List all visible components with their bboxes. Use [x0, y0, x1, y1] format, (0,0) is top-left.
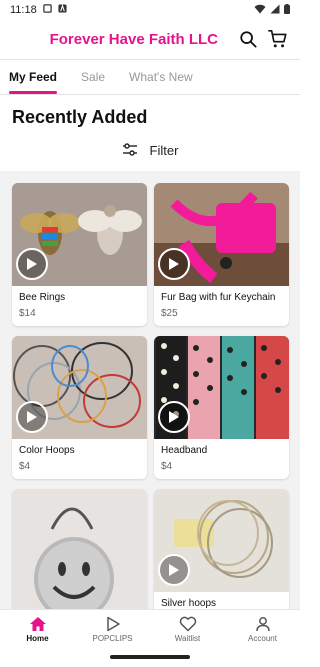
tab-whats-new[interactable]: What's New: [129, 60, 193, 94]
tabs-divider: [0, 94, 300, 95]
product-photo[interactable]: [12, 183, 147, 286]
app-header: Forever Have Faith LLC: [0, 20, 300, 58]
product-name: Color Hoops: [19, 445, 75, 456]
play-icon: [106, 616, 120, 632]
nav-waitlist[interactable]: Waitlist: [150, 610, 225, 649]
nav-waitlist-label: Waitlist: [174, 634, 201, 643]
search-icon: [240, 31, 257, 48]
nav-account-label: Account: [248, 634, 277, 643]
status-bar: 11:18: [0, 0, 300, 20]
notification-icon: [42, 4, 52, 16]
nav-home-label: Home: [26, 634, 49, 643]
gesture-area: [0, 649, 300, 667]
battery-icon: [284, 3, 290, 17]
product-name: Fur Bag with fur Keychain: [161, 292, 276, 303]
play-icon: [169, 411, 179, 423]
play-video-button[interactable]: [158, 401, 190, 433]
play-icon: [169, 564, 179, 576]
section-title: Recently Added: [12, 107, 148, 127]
product-photo[interactable]: [154, 336, 289, 439]
nav-account[interactable]: Account: [225, 610, 300, 649]
nav-popclips-label: POPCLIPS: [92, 634, 133, 643]
product-photo[interactable]: [12, 336, 147, 439]
play-icon: [27, 258, 37, 270]
bottom-nav: Home POPCLIPS Waitlist Account: [0, 609, 300, 649]
product-card[interactable]: Fur Bag with fur Keychain $25: [154, 183, 289, 326]
home-icon: [29, 617, 46, 631]
play-icon: [169, 258, 179, 270]
shop-name: Forever Have Faith LLC: [49, 30, 218, 48]
product-price: $14: [19, 308, 36, 319]
product-price: $4: [19, 461, 31, 472]
filter-label: Filter: [149, 142, 179, 158]
filter-button[interactable]: Filter: [0, 138, 300, 162]
play-video-button[interactable]: [16, 401, 48, 433]
play-video-button[interactable]: [158, 248, 190, 280]
product-card[interactable]: [12, 489, 147, 609]
play-icon: [27, 411, 37, 423]
cart-icon: [268, 30, 287, 48]
product-price: $4: [161, 461, 173, 472]
cart-button[interactable]: [266, 27, 290, 51]
product-photo[interactable]: [154, 183, 289, 286]
status-time: 11:18: [10, 4, 37, 16]
notification-a-icon: [58, 4, 67, 16]
play-video-button[interactable]: [16, 248, 48, 280]
product-card[interactable]: Silver hoops: [154, 489, 289, 609]
product-photo[interactable]: [154, 489, 289, 592]
person-icon: [255, 617, 270, 632]
product-card[interactable]: Headband $4: [154, 336, 289, 479]
nav-home[interactable]: Home: [0, 610, 75, 649]
signal-icon: [270, 4, 280, 17]
play-video-button[interactable]: [158, 554, 190, 586]
product-name: Silver hoops: [161, 598, 217, 609]
search-button[interactable]: [236, 27, 260, 51]
nav-popclips[interactable]: POPCLIPS: [75, 610, 150, 649]
heart-icon: [179, 616, 196, 632]
product-card[interactable]: Color Hoops $4: [12, 336, 147, 479]
product-card[interactable]: Bee Rings $14: [12, 183, 147, 326]
product-photo[interactable]: [12, 489, 147, 609]
product-name: Bee Rings: [19, 292, 66, 303]
feed-tabs: My Feed Sale What's New: [0, 60, 300, 94]
home-gesture-bar[interactable]: [110, 655, 190, 659]
tab-sale[interactable]: Sale: [81, 60, 105, 94]
product-name: Headband: [161, 445, 208, 456]
tab-my-feed[interactable]: My Feed: [9, 60, 58, 94]
wifi-icon: [254, 4, 266, 17]
sliders-icon: [122, 143, 137, 156]
product-price: $25: [161, 308, 178, 319]
product-feed[interactable]: Bee Rings $14 Fur Bag with fur Keychain …: [0, 171, 300, 609]
